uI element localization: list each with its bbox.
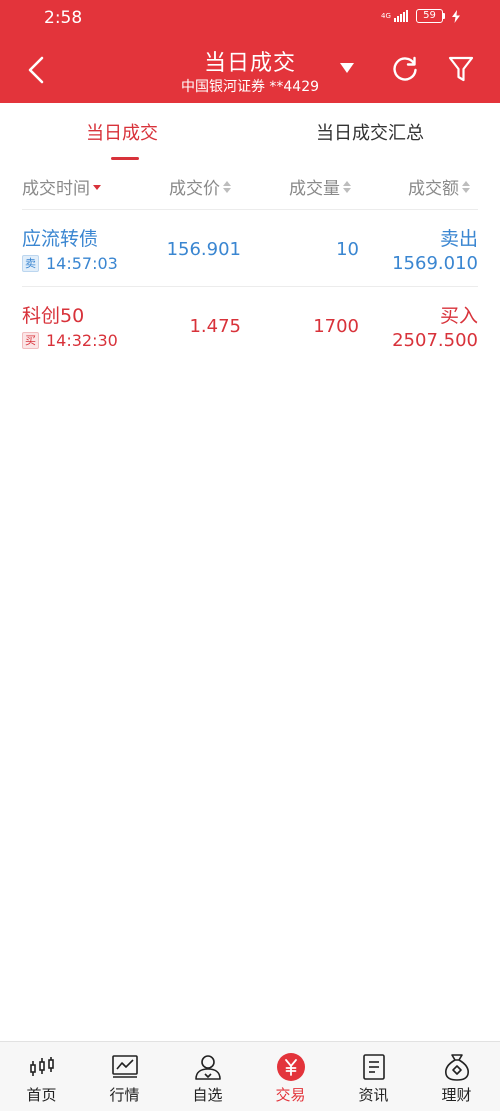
nav-label: 交易 <box>275 1086 306 1104</box>
user-icon <box>195 1055 221 1080</box>
trade-price: 1.475 <box>189 316 241 337</box>
trade-amount: 1569.010 <box>392 253 478 274</box>
account-label[interactable]: 中国银河证券 **4429 <box>0 76 500 96</box>
battery-level: 59 <box>416 9 443 23</box>
money-bag-icon <box>445 1054 469 1081</box>
refresh-icon[interactable] <box>391 55 419 83</box>
trade-qty: 10 <box>336 239 359 260</box>
side-badge: 买 <box>22 332 39 349</box>
document-icon <box>363 1054 385 1080</box>
nav-market[interactable]: 行情 <box>83 1042 166 1111</box>
column-header-price[interactable]: 成交价 <box>169 174 232 199</box>
nav-label: 理财 <box>441 1086 472 1104</box>
nav-trade[interactable]: 交易 <box>249 1042 332 1111</box>
tab-active-indicator <box>111 157 139 160</box>
trade-time: 14:32:30 <box>46 331 118 350</box>
column-header-price-label: 成交价 <box>169 179 220 199</box>
page-title: 当日成交 <box>203 51 296 76</box>
nav-news[interactable]: 资讯 <box>332 1042 415 1111</box>
signal-icon <box>394 10 408 22</box>
bottom-nav: 首页 行情 自选 交易 资讯 理财 <box>0 1041 500 1111</box>
tab-today-trades-summary[interactable]: 当日成交汇总 <box>316 119 424 145</box>
battery-icon: 59 <box>416 9 445 23</box>
sort-icon <box>343 180 351 193</box>
account-dropdown-icon[interactable] <box>337 58 357 78</box>
tab-today-trades[interactable]: 当日成交 <box>86 119 158 145</box>
status-time: 2:58 <box>44 8 83 28</box>
column-header-amount[interactable]: 成交额 <box>408 174 471 199</box>
sort-icon <box>462 180 470 193</box>
nav-wealth[interactable]: 理财 <box>415 1042 498 1111</box>
column-header-time[interactable]: 成交时间 <box>22 174 102 199</box>
trade-qty: 1700 <box>313 316 359 337</box>
nav-label: 自选 <box>192 1086 223 1104</box>
tab-bar: 当日成交 当日成交汇总 <box>0 103 500 161</box>
trend-chart-icon <box>112 1055 138 1078</box>
sort-icon <box>223 180 231 193</box>
trade-time: 14:57:03 <box>46 254 118 273</box>
nav-home[interactable]: 首页 <box>0 1042 83 1111</box>
nav-watchlist[interactable]: 自选 <box>166 1042 249 1111</box>
table-row[interactable]: 科创50 买 14:32:30 1.475 1700 买入 2507.500 <box>0 287 500 364</box>
network-type: 4G <box>381 11 391 20</box>
column-header-qty-label: 成交量 <box>289 179 340 199</box>
nav-label: 行情 <box>109 1086 140 1104</box>
charging-icon <box>452 9 460 23</box>
stock-name: 科创50 <box>22 305 85 327</box>
table-row[interactable]: 应流转债 卖 14:57:03 156.901 10 卖出 1569.010 <box>0 210 500 287</box>
app-header: 2:58 4G 59 当日成交 中国银河证券 **4429 <box>0 0 500 103</box>
sort-desc-icon <box>93 184 101 190</box>
trade-amount: 2507.500 <box>392 330 478 351</box>
trade-price: 156.901 <box>166 239 241 260</box>
filter-icon[interactable] <box>448 55 474 83</box>
candlestick-icon <box>30 1057 54 1076</box>
stock-name: 应流转债 <box>22 228 99 250</box>
column-header-time-label: 成交时间 <box>22 179 90 199</box>
nav-label: 资讯 <box>358 1086 389 1104</box>
nav-label: 首页 <box>26 1086 57 1104</box>
yuan-icon <box>277 1053 305 1081</box>
column-header-amount-label: 成交额 <box>408 179 459 199</box>
trade-action: 卖出 <box>439 228 478 250</box>
side-badge: 卖 <box>22 255 39 272</box>
trade-action: 买入 <box>439 305 478 327</box>
status-icons: 4G 59 <box>381 9 460 23</box>
column-header-qty[interactable]: 成交量 <box>289 174 352 199</box>
